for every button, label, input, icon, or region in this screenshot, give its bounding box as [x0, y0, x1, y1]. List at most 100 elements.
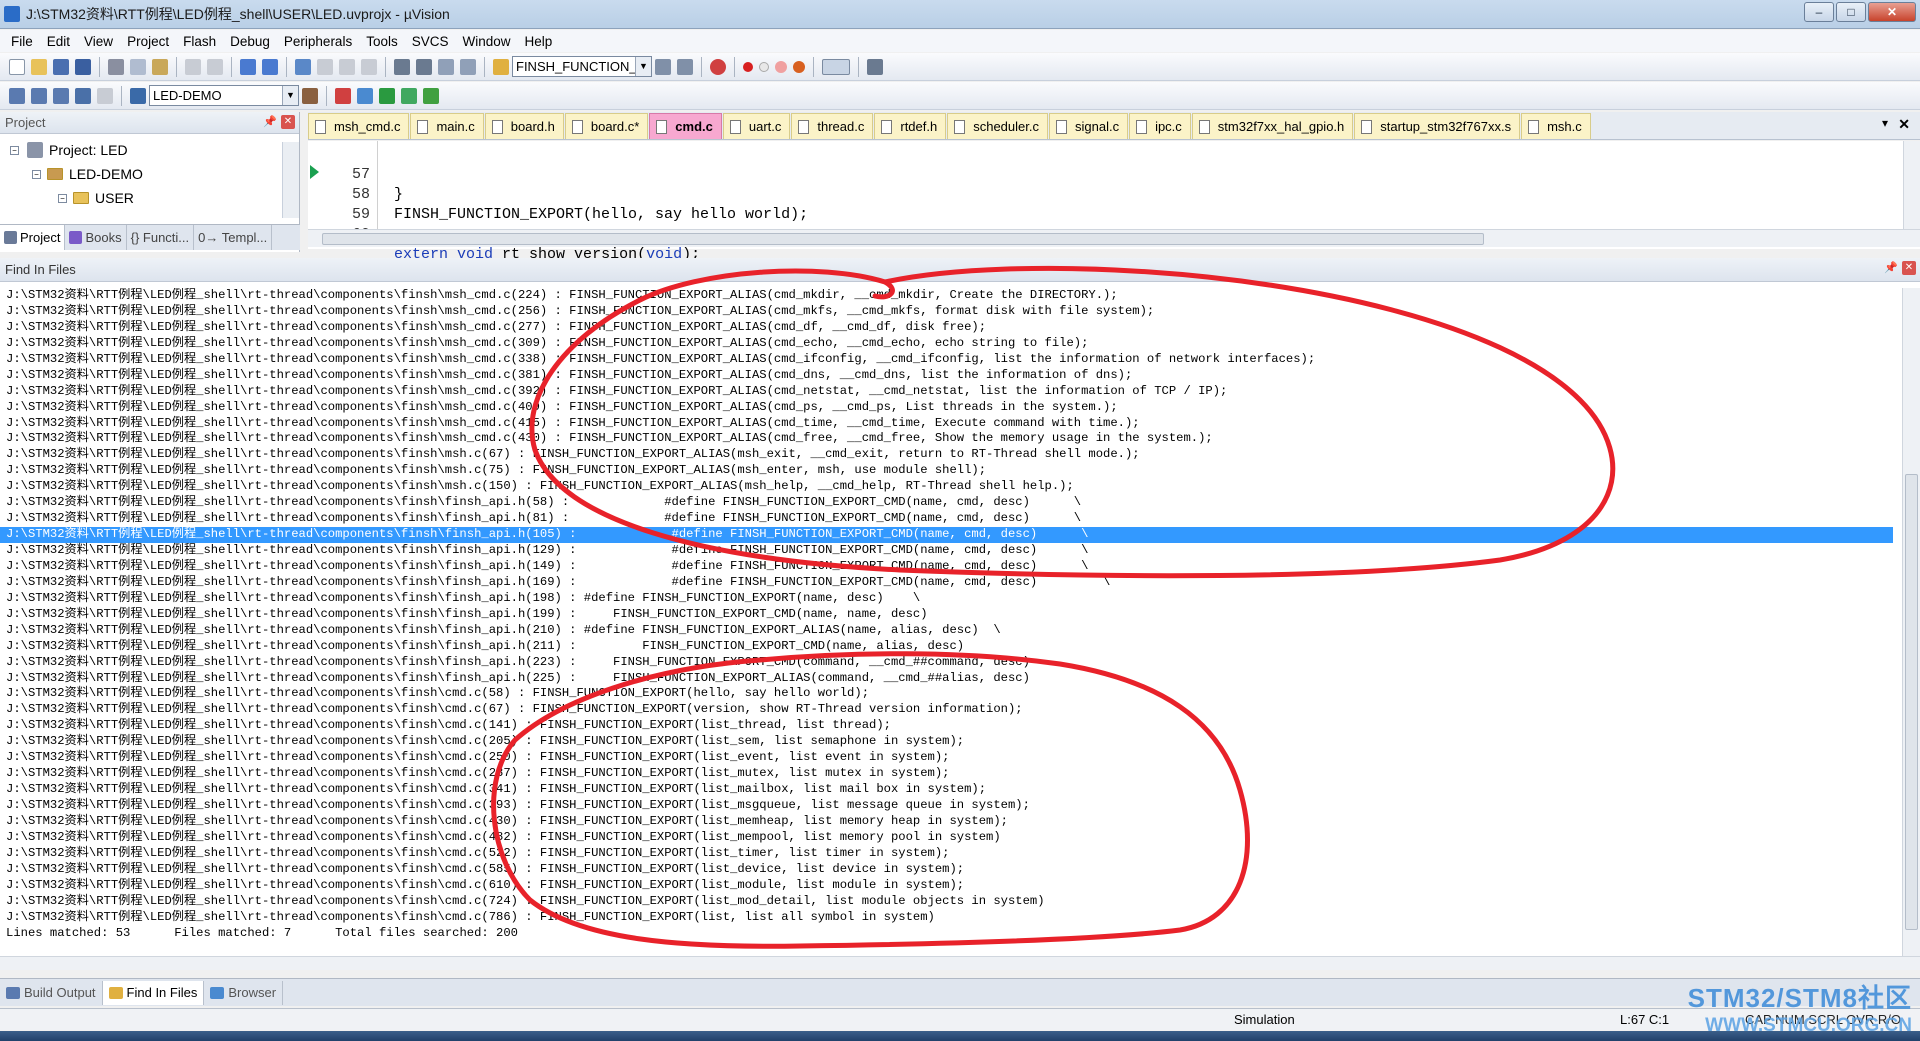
- close-icon[interactable]: ✕: [281, 115, 295, 129]
- tab-templates[interactable]: 0→ Templ...: [194, 225, 273, 250]
- editor-tab[interactable]: signal.c: [1048, 113, 1129, 139]
- minimize-button[interactable]: –: [1804, 2, 1834, 22]
- select-packs-icon[interactable]: [357, 87, 373, 104]
- find-result-row[interactable]: J:\STM32资料\RTT例程\LED例程_shell\rt-thread\c…: [0, 511, 1893, 527]
- build-icon[interactable]: [31, 87, 47, 104]
- configure-icon[interactable]: [867, 58, 883, 75]
- prev-bookmark-icon[interactable]: [317, 58, 333, 75]
- kill-all-breakpoints-icon[interactable]: [793, 60, 805, 73]
- indent-icon[interactable]: [394, 58, 410, 75]
- disable-all-breakpoints-icon[interactable]: [775, 60, 787, 73]
- clear-bookmarks-icon[interactable]: [361, 58, 377, 75]
- editor-tab[interactable]: uart.c: [722, 113, 791, 139]
- menu-view[interactable]: View: [77, 34, 120, 49]
- editor-tab[interactable]: board.c*: [564, 113, 649, 139]
- find-result-row[interactable]: J:\STM32资料\RTT例程\LED例程_shell\rt-thread\c…: [0, 750, 1893, 766]
- editor-tab[interactable]: msh_cmd.c: [308, 113, 410, 139]
- open-file-icon[interactable]: [31, 58, 47, 75]
- tab-build-output[interactable]: Build Output: [0, 980, 103, 1005]
- menu-edit[interactable]: Edit: [40, 34, 77, 49]
- find-result-row[interactable]: J:\STM32资料\RTT例程\LED例程_shell\rt-thread\c…: [0, 798, 1893, 814]
- editor-tab[interactable]: main.c: [410, 113, 484, 139]
- uncomment-icon[interactable]: [460, 58, 476, 75]
- download-icon[interactable]: [130, 87, 146, 104]
- editor-vertical-scrollbar[interactable]: [1903, 141, 1920, 229]
- tree-item-group-user[interactable]: − USER: [0, 186, 299, 210]
- paste-icon[interactable]: [152, 58, 168, 75]
- incremental-find-icon[interactable]: [677, 58, 693, 75]
- redo-icon[interactable]: [207, 58, 223, 75]
- window-layout-icon[interactable]: [822, 58, 850, 75]
- find-result-row[interactable]: J:\STM32资料\RTT例程\LED例程_shell\rt-thread\c…: [0, 671, 1893, 687]
- target-options-icon[interactable]: [302, 87, 318, 104]
- find-result-row[interactable]: J:\STM32资料\RTT例程\LED例程_shell\rt-thread\c…: [0, 734, 1893, 750]
- code-line[interactable]: 59: [308, 185, 1878, 223]
- find-in-files-icon[interactable]: [493, 58, 509, 75]
- collapse-icon[interactable]: −: [10, 145, 19, 155]
- find-result-row[interactable]: J:\STM32资料\RTT例程\LED例程_shell\rt-thread\c…: [0, 447, 1893, 463]
- editor-tab-active[interactable]: cmd.c: [649, 113, 722, 139]
- close-tab-icon[interactable]: ✕: [1898, 116, 1910, 133]
- results-vertical-scrollbar[interactable]: [1902, 288, 1920, 956]
- results-horizontal-scrollbar[interactable]: [0, 956, 1920, 970]
- tab-find-in-files[interactable]: Find In Files: [102, 980, 205, 1005]
- tree-item-target[interactable]: − LED-DEMO: [0, 162, 299, 186]
- close-button[interactable]: ✕: [1868, 2, 1916, 22]
- save-all-icon[interactable]: [75, 58, 91, 75]
- code-line[interactable]: 57 }: [308, 145, 1878, 203]
- translate-icon[interactable]: [9, 87, 25, 104]
- find-result-row[interactable]: J:\STM32资料\RTT例程\LED例程_shell\rt-thread\c…: [0, 384, 1893, 400]
- editor-horizontal-scrollbar[interactable]: [308, 229, 1920, 247]
- find-result-row[interactable]: J:\STM32资料\RTT例程\LED例程_shell\rt-thread\c…: [0, 846, 1893, 862]
- pin-icon[interactable]: 📌: [263, 115, 277, 129]
- scrollbar-thumb[interactable]: [322, 233, 1484, 245]
- find-result-row[interactable]: J:\STM32资料\RTT例程\LED例程_shell\rt-thread\c…: [0, 575, 1893, 591]
- menu-svcs[interactable]: SVCS: [405, 34, 456, 49]
- find-icon[interactable]: [655, 58, 671, 75]
- manage-project-items-icon[interactable]: [335, 87, 351, 104]
- find-result-row[interactable]: J:\STM32资料\RTT例程\LED例程_shell\rt-thread\c…: [0, 463, 1893, 479]
- find-result-row[interactable]: J:\STM32资料\RTT例程\LED例程_shell\rt-thread\c…: [0, 368, 1893, 384]
- pack-installer-icon[interactable]: [401, 87, 417, 104]
- find-result-row[interactable]: J:\STM32资料\RTT例程\LED例程_shell\rt-thread\c…: [0, 336, 1893, 352]
- project-tree-scrollbar[interactable]: [282, 142, 299, 218]
- find-result-row[interactable]: J:\STM32资料\RTT例程\LED例程_shell\rt-thread\c…: [0, 878, 1893, 894]
- batch-build-icon[interactable]: [75, 87, 91, 104]
- bookmark-icon[interactable]: [295, 58, 311, 75]
- scrollbar-thumb[interactable]: [1905, 474, 1918, 930]
- manage-rte-icon[interactable]: [379, 87, 395, 104]
- find-result-row[interactable]: J:\STM32资料\RTT例程\LED例程_shell\rt-thread\c…: [0, 655, 1893, 671]
- chevron-down-icon[interactable]: ▼: [282, 86, 298, 105]
- green-gem-icon[interactable]: [423, 87, 439, 104]
- save-icon[interactable]: [53, 58, 69, 75]
- copy-icon[interactable]: [130, 58, 146, 75]
- find-result-row[interactable]: J:\STM32资料\RTT例程\LED例程_shell\rt-thread\c…: [0, 894, 1893, 910]
- find-result-row[interactable]: J:\STM32资料\RTT例程\LED例程_shell\rt-thread\c…: [0, 639, 1893, 655]
- find-results-list[interactable]: J:\STM32资料\RTT例程\LED例程_shell\rt-thread\c…: [0, 288, 1893, 956]
- tree-item-project[interactable]: − Project: LED: [0, 138, 299, 162]
- code-line[interactable]: 58 FINSH_FUNCTION_EXPORT(hello, say hell…: [308, 165, 1878, 223]
- find-result-row[interactable]: J:\STM32资料\RTT例程\LED例程_shell\rt-thread\c…: [0, 830, 1893, 846]
- find-result-row[interactable]: J:\STM32资料\RTT例程\LED例程_shell\rt-thread\c…: [0, 352, 1893, 368]
- editor-tab[interactable]: rtdef.h: [874, 113, 947, 139]
- find-result-row[interactable]: J:\STM32资料\RTT例程\LED例程_shell\rt-thread\c…: [0, 495, 1893, 511]
- find-result-row[interactable]: J:\STM32资料\RTT例程\LED例程_shell\rt-thread\c…: [0, 288, 1893, 304]
- menu-tools[interactable]: Tools: [359, 34, 405, 49]
- maximize-button[interactable]: □: [1836, 2, 1866, 22]
- editor-tab[interactable]: startup_stm32f767xx.s: [1354, 113, 1521, 139]
- breakpoint-icon[interactable]: [743, 61, 753, 72]
- editor-tab[interactable]: msh.c: [1521, 113, 1591, 139]
- tab-books[interactable]: Books: [65, 225, 127, 250]
- find-result-row[interactable]: J:\STM32资料\RTT例程\LED例程_shell\rt-thread\c…: [0, 814, 1893, 830]
- disable-breakpoint-icon[interactable]: [759, 61, 769, 72]
- find-result-row[interactable]: J:\STM32资料\RTT例程\LED例程_shell\rt-thread\c…: [0, 320, 1893, 336]
- find-result-row[interactable]: J:\STM32资料\RTT例程\LED例程_shell\rt-thread\c…: [0, 782, 1893, 798]
- chevron-down-icon[interactable]: ▼: [635, 57, 651, 76]
- rebuild-icon[interactable]: [53, 87, 69, 104]
- find-result-row[interactable]: J:\STM32资料\RTT例程\LED例程_shell\rt-thread\c…: [0, 591, 1893, 607]
- menu-debug[interactable]: Debug: [223, 34, 277, 49]
- close-icon[interactable]: ✕: [1902, 261, 1916, 275]
- find-combo[interactable]: FINSH_FUNCTION_E ▼: [512, 56, 652, 77]
- find-result-row[interactable]: J:\STM32资料\RTT例程\LED例程_shell\rt-thread\c…: [0, 623, 1893, 639]
- editor-tab[interactable]: ipc.c: [1129, 113, 1191, 139]
